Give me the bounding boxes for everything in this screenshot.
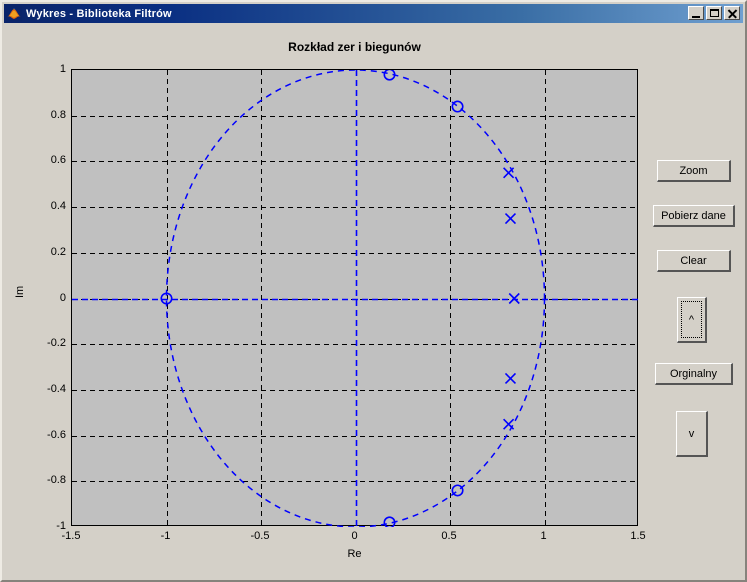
scroll-up-button-label: ^ [688, 313, 695, 326]
maximize-icon [710, 9, 719, 17]
y-axis-label: Im [14, 285, 26, 298]
plot-window: Wykres - Biblioteka Filtrów Rozkład zer … [0, 0, 747, 582]
pole-marker [504, 212, 517, 225]
zoom-button[interactable]: Zoom [657, 160, 731, 182]
x-tick-label: 0.5 [441, 530, 457, 542]
chart-title: Rozkład zer i biegunów [288, 40, 421, 54]
y-tick-label: 1 [59, 63, 66, 75]
close-icon [726, 9, 739, 19]
window-title: Wykres - Biblioteka Filtrów [26, 7, 172, 20]
fetch-data-button-label: Pobierz dane [661, 209, 726, 222]
x-tick-label: -1 [160, 530, 171, 542]
zoom-button-label: Zoom [679, 164, 708, 177]
window-titlebar[interactable]: Wykres - Biblioteka Filtrów [4, 4, 743, 23]
window-controls [688, 6, 740, 20]
x-tick-label: -0.5 [250, 530, 270, 542]
x-axis-label: Re [347, 548, 362, 560]
scroll-down-button-label: v [688, 427, 695, 440]
x-axis-ticks: -1.5 -1 -0.5 0 0.5 1 1.5 [62, 530, 646, 546]
scroll-down-button[interactable]: v [676, 411, 708, 457]
y-tick-label: 0 [59, 291, 66, 304]
pole-marker [508, 292, 520, 305]
x-tick-label: 0 [351, 530, 358, 542]
original-button[interactable]: Orginalny [655, 363, 733, 385]
y-tick-label: -0.8 [47, 474, 66, 487]
y-tick-label: -0.6 [47, 428, 66, 441]
x-tick-label: 1.5 [630, 530, 646, 542]
gridlines [72, 70, 639, 527]
y-tick-label: 0.8 [50, 108, 66, 121]
zero-marker [451, 484, 464, 497]
y-tick-label: -0.4 [47, 382, 66, 395]
x-tick-label: -1.5 [61, 530, 81, 542]
matlab-membrane-icon [6, 6, 22, 21]
y-axis-ticks: 1 0.8 0.6 0.4 0.2 0 -0.2 -0.4 -0.6 -0.8 -1 [24, 63, 66, 532]
pole-marker [503, 167, 515, 179]
zero-marker [451, 100, 464, 113]
plot-canvas [72, 70, 639, 527]
maximize-button[interactable] [706, 6, 722, 20]
y-tick-label: -0.2 [47, 337, 66, 350]
minimize-button[interactable] [688, 6, 704, 20]
x-tick-label: 1 [540, 530, 547, 542]
pole-marker [504, 372, 517, 385]
minimize-icon [692, 16, 700, 18]
y-tick-label: 0.2 [50, 245, 66, 258]
fetch-data-button[interactable]: Pobierz dane [653, 205, 735, 227]
y-tick-label: 0.6 [50, 154, 66, 167]
scroll-up-button[interactable]: ^ [677, 297, 707, 343]
y-tick-label: 0.4 [50, 200, 66, 213]
original-button-label: Orginalny [669, 367, 718, 380]
unit-circle [165, 70, 546, 527]
clear-button[interactable]: Clear [657, 250, 731, 272]
close-button[interactable] [724, 6, 740, 20]
plot-area[interactable] [71, 69, 639, 527]
zeros-series [160, 70, 464, 527]
pole-marker [503, 418, 515, 430]
clear-button-label: Clear [680, 254, 707, 267]
